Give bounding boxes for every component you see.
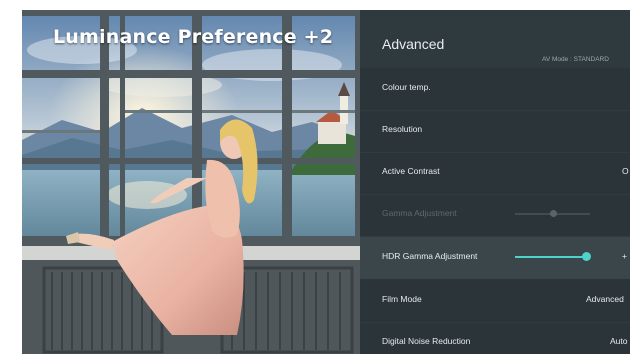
menu-item-label: Film Mode (382, 294, 422, 304)
luminance-preference-caption: Luminance Preference +2 (53, 26, 334, 48)
slider-knob (549, 210, 557, 217)
menu-item-colour-temp[interactable]: Colour temp. (360, 68, 630, 110)
menu-item-label: Colour temp. (382, 82, 431, 92)
gamma-adjustment-slider (515, 210, 590, 217)
hdr-gamma-value: + (622, 251, 627, 261)
film-mode-value: Advanced (586, 294, 624, 304)
av-mode-label: AV Mode : STANDARD (542, 56, 609, 63)
menu-item-label: Gamma Adjustment (382, 208, 457, 218)
active-contrast-value: O (622, 166, 629, 176)
hdr-gamma-adjustment-slider[interactable] (515, 252, 592, 261)
digital-noise-reduction-value: Auto (610, 336, 628, 346)
menu-item-hdr-gamma-adjustment[interactable]: HDR Gamma Adjustment + (360, 237, 630, 279)
menu-item-active-contrast[interactable]: Active Contrast O (360, 152, 630, 194)
window-scene-image (22, 10, 360, 354)
menu-item-label: Active Contrast (382, 166, 440, 176)
advanced-settings-panel: Advanced AV Mode : STANDARD Colour temp.… (360, 10, 630, 354)
slider-fill (515, 256, 587, 258)
tv-picture: Luminance Preference +2 (22, 10, 360, 354)
menu-item-digital-noise-reduction[interactable]: Digital Noise Reduction Auto (360, 322, 630, 354)
menu-item-film-mode[interactable]: Film Mode Advanced (360, 280, 630, 322)
menu-item-label: Digital Noise Reduction (382, 336, 471, 346)
slider-knob[interactable] (582, 252, 592, 261)
menu-item-resolution[interactable]: Resolution (360, 110, 630, 152)
menu-title: Advanced (382, 36, 445, 52)
menu-item-label: Resolution (382, 124, 423, 134)
menu-item-label: HDR Gamma Adjustment (382, 251, 478, 261)
menu-item-gamma-adjustment: Gamma Adjustment (360, 194, 630, 236)
menu-header: Advanced AV Mode : STANDARD (360, 10, 630, 68)
